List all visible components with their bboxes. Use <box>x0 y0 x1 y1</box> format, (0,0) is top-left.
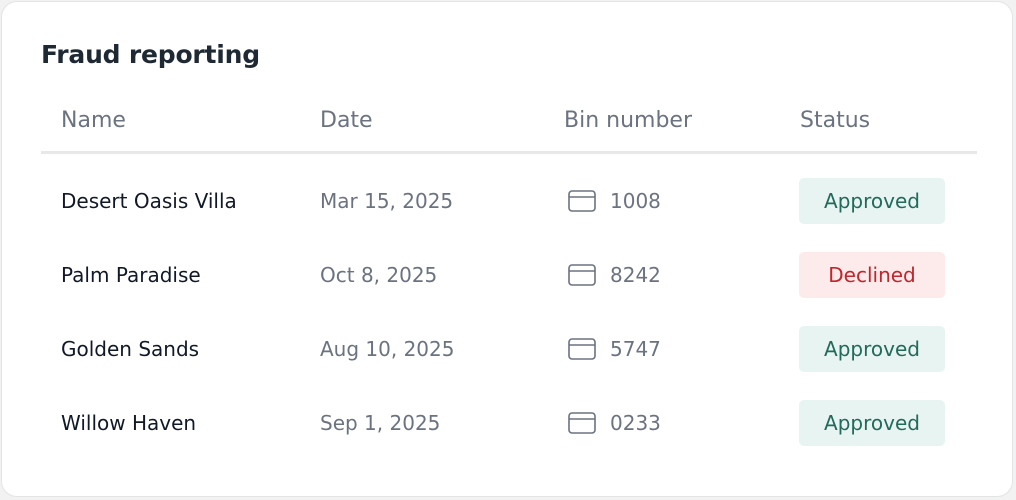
table-row[interactable]: Desert Oasis Villa Mar 15, 2025 1008 App… <box>41 164 977 238</box>
row-name: Palm Paradise <box>61 263 201 287</box>
row-status: Approved <box>799 164 945 238</box>
row-bin: 0233 <box>568 386 661 460</box>
row-date: Sep 1, 2025 <box>320 411 441 435</box>
row-name: Willow Haven <box>61 411 197 435</box>
row-status: Approved <box>799 386 945 460</box>
table-header: Name Date Bin number Status <box>41 102 977 154</box>
column-header-name[interactable]: Name <box>61 108 126 133</box>
column-header-bin-number[interactable]: Bin number <box>564 108 692 133</box>
credit-card-icon <box>568 190 596 212</box>
row-status: Declined <box>799 238 945 312</box>
status-badge: Declined <box>799 252 945 298</box>
fraud-reporting-card: Fraud reporting Name Date Bin number Sta… <box>1 1 1013 497</box>
bin-number: 8242 <box>610 263 661 287</box>
column-header-status[interactable]: Status <box>800 108 870 133</box>
page-title: Fraud reporting <box>41 40 260 69</box>
credit-card-icon <box>568 412 596 434</box>
bin-number: 5747 <box>610 337 661 361</box>
row-date: Mar 15, 2025 <box>320 189 454 213</box>
table-row[interactable]: Willow Haven Sep 1, 2025 0233 Approved <box>41 386 977 460</box>
row-bin: 8242 <box>568 238 661 312</box>
table-row[interactable]: Palm Paradise Oct 8, 2025 8242 Declined <box>41 238 977 312</box>
row-date: Oct 8, 2025 <box>320 263 438 287</box>
bin-number: 1008 <box>610 189 661 213</box>
row-date: Aug 10, 2025 <box>320 337 455 361</box>
row-name: Golden Sands <box>61 337 200 361</box>
row-bin: 5747 <box>568 312 661 386</box>
table-row[interactable]: Golden Sands Aug 10, 2025 5747 Approved <box>41 312 977 386</box>
bin-number: 0233 <box>610 411 661 435</box>
status-badge: Approved <box>799 400 945 446</box>
status-badge: Approved <box>799 326 945 372</box>
credit-card-icon <box>568 264 596 286</box>
row-status: Approved <box>799 312 945 386</box>
status-badge: Approved <box>799 178 945 224</box>
row-bin: 1008 <box>568 164 661 238</box>
column-header-date[interactable]: Date <box>320 108 373 133</box>
row-name: Desert Oasis Villa <box>61 189 237 213</box>
credit-card-icon <box>568 338 596 360</box>
